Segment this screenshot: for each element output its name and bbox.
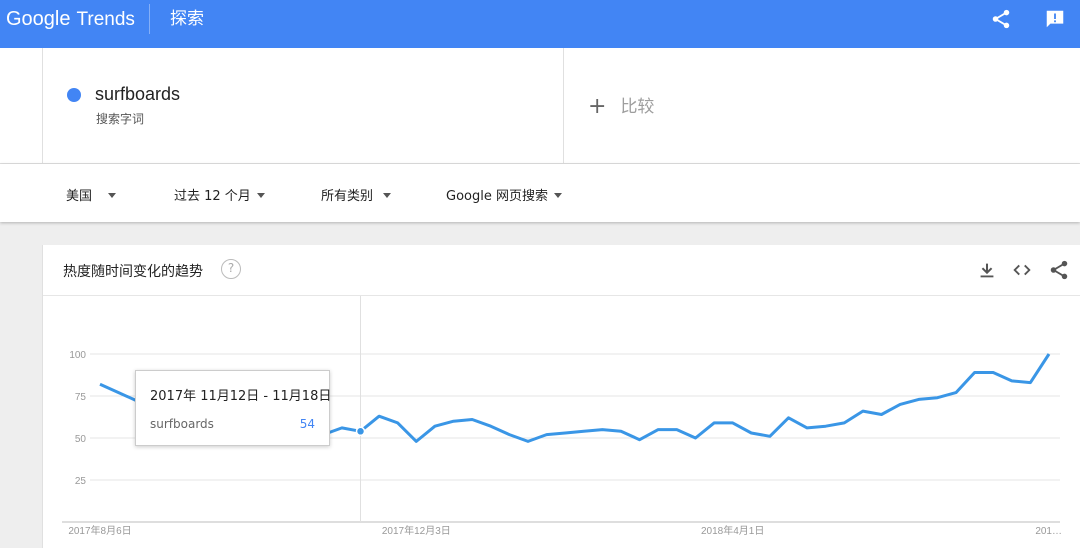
data-point	[973, 371, 976, 374]
data-point	[340, 426, 343, 429]
data-point	[806, 426, 809, 429]
data-point	[601, 428, 604, 431]
data-point	[564, 431, 567, 434]
data-point	[1029, 381, 1032, 384]
data-point	[526, 440, 529, 443]
data-point	[433, 425, 436, 428]
trend-chart: 25 50 75 100 2017年8月6日 2017年12月3日 2018年4月1日 201…	[62, 296, 1062, 537]
data-point	[675, 428, 678, 431]
tooltip-value: 54	[299, 417, 315, 431]
data-point	[917, 398, 920, 401]
highlight-point	[355, 426, 366, 437]
data-point	[545, 433, 548, 436]
data-point	[1010, 379, 1013, 382]
tooltip-date: 2017年 11月12日 - 11月18日	[150, 389, 332, 404]
data-point	[452, 420, 455, 423]
data-point	[936, 396, 939, 399]
x-tick-label: 201…	[1035, 526, 1062, 537]
data-point	[861, 410, 864, 413]
data-point	[396, 421, 399, 424]
data-point	[768, 435, 771, 438]
data-point	[843, 421, 846, 424]
data-point	[750, 431, 753, 434]
data-point	[657, 428, 660, 431]
data-point	[880, 413, 883, 416]
data-point	[117, 391, 120, 394]
data-point	[99, 383, 102, 386]
chart-tooltip: 2017年 11月12日 - 11月18日 surfboards 54	[135, 370, 332, 446]
data-point	[620, 430, 623, 433]
y-tick-label: 50	[75, 434, 87, 445]
data-point	[787, 416, 790, 419]
x-tick-label: 2017年12月3日	[382, 524, 451, 537]
data-point	[731, 421, 734, 424]
data-point	[992, 371, 995, 374]
data-point	[954, 391, 957, 394]
data-point	[415, 440, 418, 443]
y-tick-label: 75	[75, 392, 87, 403]
data-point	[378, 415, 381, 418]
data-point	[471, 418, 474, 421]
x-tick-label: 2017年8月6日	[68, 524, 131, 537]
data-point	[694, 437, 697, 440]
y-tick-label: 100	[69, 350, 86, 361]
data-point	[1048, 353, 1051, 356]
data-point	[824, 425, 827, 428]
y-tick-label: 25	[75, 476, 87, 487]
data-point	[582, 430, 585, 433]
data-point	[508, 433, 511, 436]
data-point	[638, 438, 641, 441]
tooltip-term: surfboards	[150, 417, 214, 431]
data-point	[899, 403, 902, 406]
data-point	[713, 421, 716, 424]
x-tick-label: 2018年4月1日	[701, 524, 764, 537]
data-point	[489, 425, 492, 428]
